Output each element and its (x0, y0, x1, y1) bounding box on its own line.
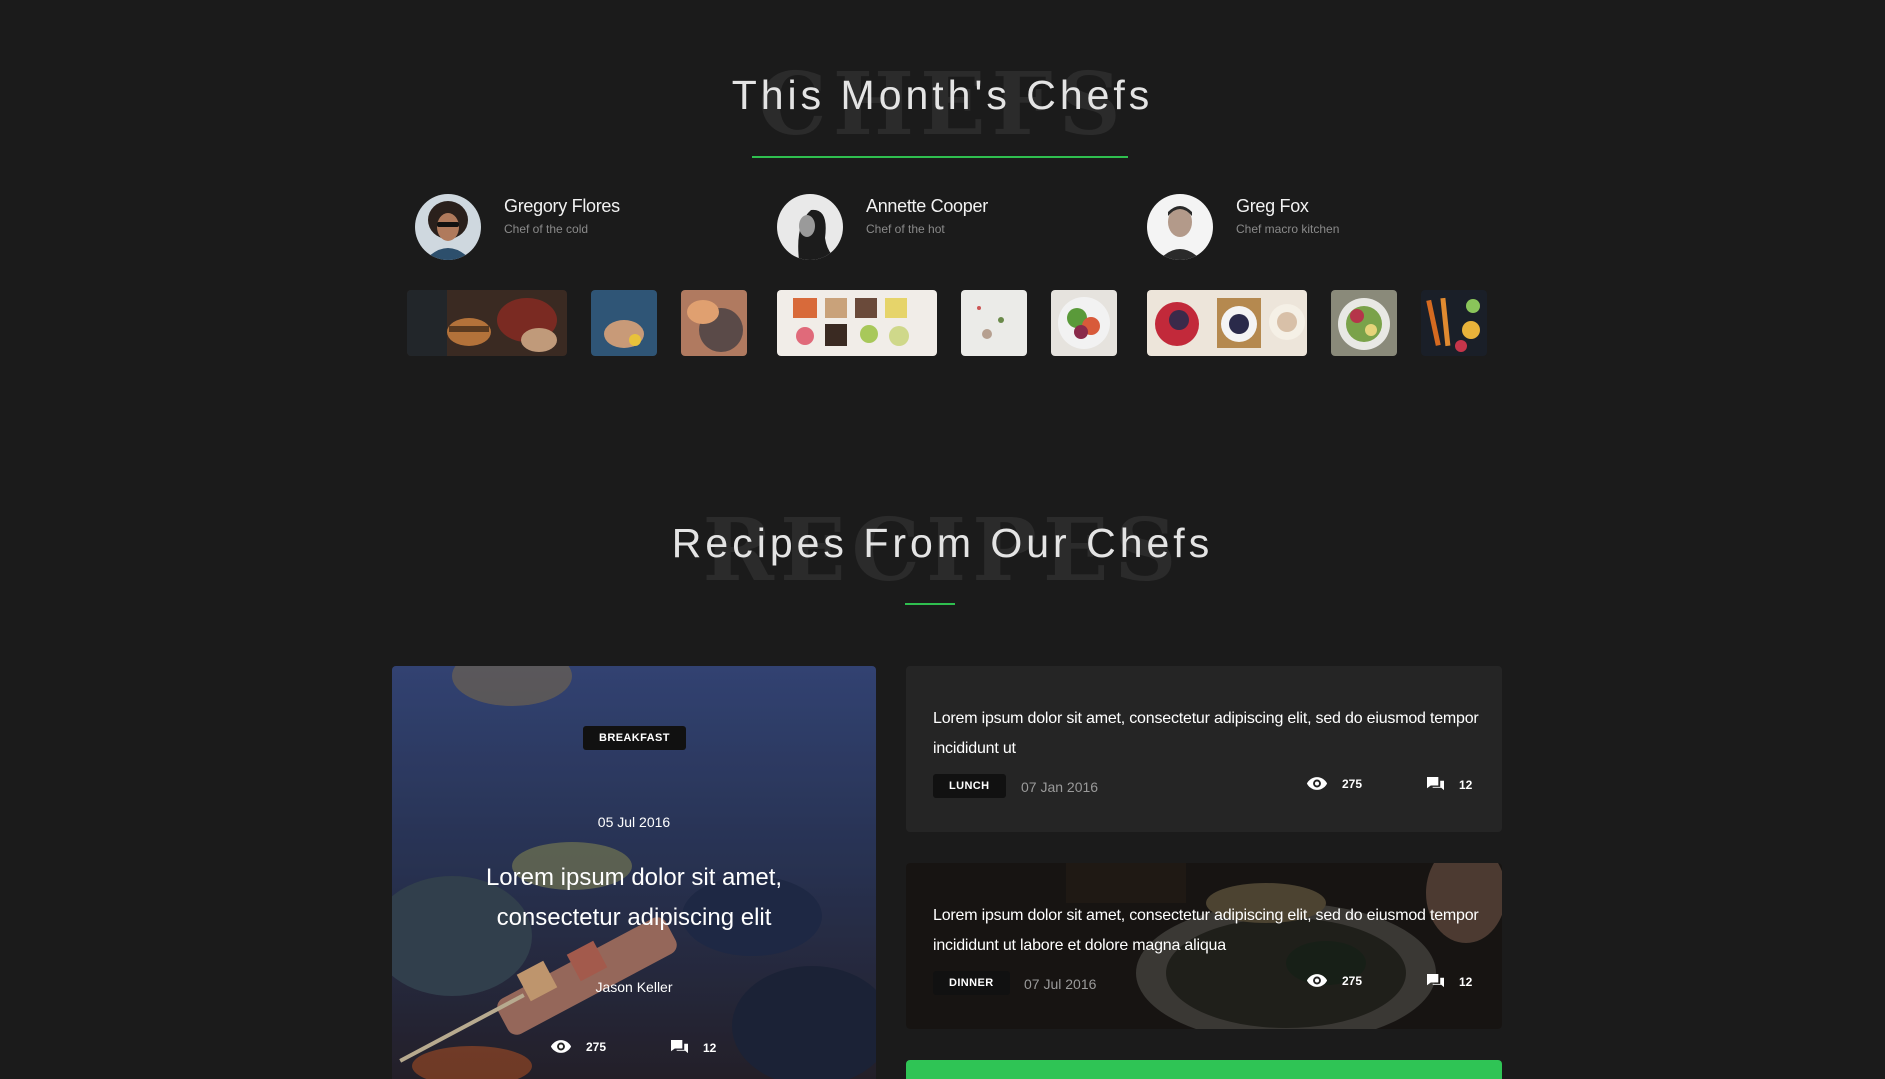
recipe-thumbnail-green-bowl[interactable] (1331, 290, 1397, 356)
recipe-thumbnail-salad[interactable] (1051, 290, 1117, 356)
recipe-thumbnail-bowls[interactable] (1147, 290, 1307, 356)
recipes-title-underline (905, 603, 955, 605)
views-stat: 275 (1306, 973, 1362, 988)
chef-name[interactable]: Annette Cooper (866, 196, 988, 217)
recipe-thumbnail-vegetables[interactable] (1421, 290, 1487, 356)
chef-avatar[interactable] (1147, 194, 1213, 260)
chef-avatar[interactable] (415, 194, 481, 260)
views-stat: 275 (1306, 776, 1362, 791)
comments-stat: 12 (1426, 776, 1472, 793)
eye-icon (1306, 973, 1328, 988)
recipe-date: 07 Jan 2016 (1021, 779, 1099, 795)
eye-icon (1306, 776, 1328, 791)
chefs-title-underline (752, 156, 1128, 158)
comment-icon (670, 1039, 689, 1056)
chefs-section-title: This Month's Chefs (731, 72, 1154, 118)
chef-card-greg-fox[interactable]: Greg Fox Chef macro kitchen (1147, 194, 1487, 264)
chef-name[interactable]: Gregory Flores (504, 196, 620, 217)
chef-role: Chef macro kitchen (1236, 222, 1340, 236)
category-badge[interactable]: LUNCH (933, 774, 1006, 798)
recipes-section-title: Recipes From Our Chefs (671, 520, 1214, 566)
views-count: 275 (1342, 973, 1363, 988)
featured-recipe-card[interactable]: BREAKFAST 05 Jul 2016 Lorem ipsum dolor … (392, 666, 876, 1079)
chef-name[interactable]: Greg Fox (1236, 196, 1309, 217)
chef-role: Chef of the hot (866, 222, 945, 236)
recipe-card-dinner[interactable]: Lorem ipsum dolor sit amet, consectetur … (906, 863, 1502, 1029)
comments-stat: 12 (670, 1039, 716, 1056)
comments-stat: 12 (1426, 973, 1472, 990)
comment-icon (1426, 973, 1445, 990)
recipe-author[interactable]: Jason Keller (392, 979, 876, 995)
comments-count: 12 (1459, 777, 1473, 792)
chef-card-annette-cooper[interactable]: Annette Cooper Chef of the hot (777, 194, 1117, 264)
views-stat: 275 (550, 1039, 606, 1054)
chefs-section-header: CHEFS This Month's Chefs (0, 48, 1885, 168)
chef-role: Chef of the cold (504, 222, 589, 236)
category-badge[interactable]: DINNER (933, 971, 1010, 995)
recipe-card-lunch[interactable]: Lorem ipsum dolor sit amet, consectetur … (906, 666, 1502, 832)
comments-count: 12 (703, 1040, 717, 1055)
recipe-excerpt[interactable]: Lorem ipsum dolor sit amet, consectetur … (933, 704, 1483, 764)
recipe-excerpt[interactable]: Lorem ipsum dolor sit amet, consectetur … (933, 901, 1483, 961)
recipe-thumbnail-bowl[interactable] (681, 290, 747, 356)
recipe-date: 05 Jul 2016 (597, 814, 671, 830)
comment-icon (1426, 776, 1445, 793)
comments-count: 12 (1459, 974, 1473, 989)
eye-icon (550, 1039, 572, 1054)
recipe-thumbnail-burger[interactable] (407, 290, 567, 356)
chef-avatar[interactable] (777, 194, 843, 260)
recipe-title[interactable]: Lorem ipsum dolor sit amet, consectetur … (422, 858, 846, 938)
chef-card-gregory-flores[interactable]: Gregory Flores Chef of the cold (415, 194, 755, 264)
recipe-thumbnail-toast-board[interactable] (777, 290, 937, 356)
recipe-thumbnail-hands[interactable] (591, 290, 657, 356)
category-badge[interactable]: BREAKFAST (583, 726, 686, 750)
more-recipes-button[interactable] (906, 1060, 1502, 1079)
views-count: 275 (1342, 776, 1363, 791)
recipe-date: 07 Jul 2016 (1024, 976, 1097, 992)
recipe-thumbnail-marble[interactable] (961, 290, 1027, 356)
views-count: 275 (586, 1039, 607, 1054)
recipes-section-header: RECIPES Recipes From Our Chefs (0, 496, 1885, 616)
